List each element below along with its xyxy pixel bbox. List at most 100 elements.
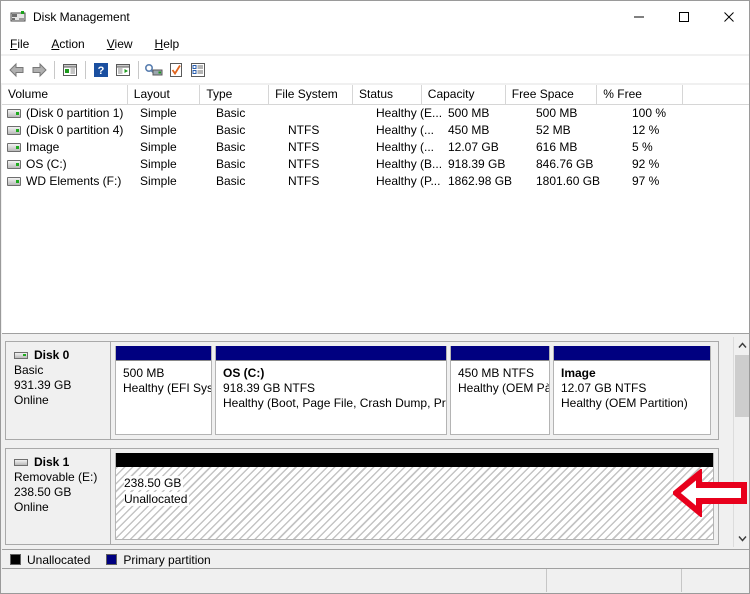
- disk-management-icon: [10, 9, 26, 25]
- show-hide-action-pane-icon[interactable]: [112, 59, 134, 81]
- column-header-status[interactable]: Status: [353, 85, 422, 105]
- cell-free_space: 52 MB: [536, 123, 571, 137]
- partition-text: OS (C:) 918.39 GB NTFS Healthy (Boot, Page…: [216, 361, 446, 411]
- volume-list: Volume Layout Type File System Status Capacit…: [2, 85, 749, 334]
- table-row[interactable]: (Disk 0 partition 4) Simple Basic NTFS Healt…: [2, 122, 749, 139]
- maximize-button[interactable]: [661, 1, 706, 32]
- unallocated-partition-block[interactable]: 238.50 GB Unallocated: [115, 453, 714, 540]
- partition-text: 500 MB Healthy (EFI Syst: [116, 361, 211, 396]
- cell-volume: (Disk 0 partition 1): [2, 105, 134, 122]
- help-icon[interactable]: ?: [90, 59, 112, 81]
- volume-list-header: Volume Layout Type File System Status Capacit…: [2, 85, 749, 105]
- partition-block-0[interactable]: 500 MB Healthy (EFI Syst: [115, 346, 212, 435]
- disk-row-disk-0[interactable]: Disk 0 Basic 931.39 GB Online 500 MB Heal…: [5, 341, 719, 440]
- cell-free_space: 1801.60 GB: [536, 174, 601, 188]
- cell-text: (Disk 0 partition 1): [26, 106, 124, 120]
- disk-icon: [14, 458, 28, 466]
- window-controls: [616, 1, 749, 32]
- column-header-capacity[interactable]: Capacity: [422, 85, 506, 105]
- menu-item-view[interactable]: View: [107, 35, 143, 53]
- column-header-blank[interactable]: [683, 85, 749, 105]
- cell-capacity: 12.07 GB: [448, 140, 499, 154]
- back-icon[interactable]: [6, 59, 28, 81]
- cell-layout: Simple: [140, 174, 177, 188]
- status-segment-3: [682, 569, 749, 592]
- disk-1-state: Online: [14, 500, 49, 514]
- cell-capacity: 918.39 GB: [448, 157, 506, 171]
- partition-color-bar: [116, 346, 211, 361]
- column-header-file-system[interactable]: File System: [269, 85, 354, 105]
- menu-item-action[interactable]: Action: [51, 35, 94, 53]
- cell-file_system: [282, 105, 370, 122]
- disk-management-window: Disk Management FFileile Action View Hel…: [0, 0, 750, 594]
- properties-icon[interactable]: [165, 59, 187, 81]
- partition-title: OS (C:): [223, 366, 265, 380]
- disk-1-size: 238.50 GB: [14, 485, 72, 499]
- disk-row-disk-1[interactable]: Disk 1 Removable (E:) 238.50 GB Online 2…: [5, 448, 719, 545]
- cell-pct_free: 12 %: [632, 123, 660, 137]
- cell-file_system: NTFS: [288, 140, 320, 154]
- partition-status: Healthy (OEM Partition): [561, 396, 688, 410]
- table-row[interactable]: WD Elements (F:) Simple Basic NTFS Healthy (…: [2, 173, 749, 190]
- volume-list-body: (Disk 0 partition 1) Simple Basic Healthy (…: [2, 105, 749, 190]
- unallocated-text: 238.50 GB Unallocated: [116, 467, 713, 507]
- cell-capacity: 450 MB: [448, 123, 490, 137]
- rescan-disks-icon[interactable]: [143, 59, 165, 81]
- column-header--free[interactable]: % Free: [597, 85, 684, 105]
- scrollbar-thumb[interactable]: [735, 355, 749, 417]
- volume-icon: [7, 160, 21, 169]
- toolbar-separator-1: [54, 60, 55, 79]
- cell-status: Healthy (...: [376, 123, 435, 137]
- menu-bar: FFileile Action View Help: [1, 34, 749, 54]
- column-header-layout[interactable]: Layout: [128, 85, 201, 105]
- partition-text: 450 MB NTFS Healthy (OEM Pà: [451, 361, 549, 396]
- partition-status: Healthy (Boot, Page File, Crash Dump, Pr: [223, 396, 446, 410]
- cell-free_space: 500 MB: [536, 106, 578, 120]
- list-view-icon[interactable]: [187, 59, 209, 81]
- disk-1-kind: Removable (E:): [14, 470, 98, 484]
- table-row[interactable]: (Disk 0 partition 1) Simple Basic Healthy (…: [2, 105, 749, 122]
- column-header-volume[interactable]: Volume: [2, 85, 128, 105]
- forward-icon[interactable]: [28, 59, 50, 81]
- unallocated-size: 238.50 GB: [124, 476, 184, 490]
- partition-block-3[interactable]: Image 12.07 GB NTFS Healthy (OEM Partition…: [553, 346, 711, 435]
- scroll-up-icon[interactable]: [734, 337, 749, 354]
- toolbar: ?: [1, 56, 749, 83]
- disk-1-name-row: Disk 1: [14, 455, 110, 469]
- disk-0-kind: Basic: [14, 363, 44, 377]
- partition-block-1[interactable]: OS (C:) 918.39 GB NTFS Healthy (Boot, Page…: [215, 346, 447, 435]
- table-row[interactable]: Image Simple Basic NTFS Healthy (... 12.07 GB…: [2, 139, 749, 156]
- minimize-button[interactable]: [616, 1, 661, 32]
- cell-status: Healthy (P...: [376, 174, 441, 188]
- legend: Unallocated Primary partition: [2, 549, 749, 569]
- show-hide-console-tree-icon[interactable]: [59, 59, 81, 81]
- menu-item-help[interactable]: Help: [155, 35, 190, 53]
- cell-file_system: NTFS: [288, 157, 320, 171]
- scroll-down-icon[interactable]: [734, 530, 749, 547]
- cell-type: Basic: [216, 106, 246, 120]
- column-header-type[interactable]: Type: [200, 85, 270, 105]
- status-segment-2: [547, 569, 682, 592]
- table-row[interactable]: OS (C:) Simple Basic NTFS Healthy (B... 918.3…: [2, 156, 749, 173]
- cell-text: WD Elements (F:): [26, 174, 122, 188]
- close-button[interactable]: [706, 1, 749, 32]
- partition-block-2[interactable]: 450 MB NTFS Healthy (OEM Pà: [450, 346, 550, 435]
- cell-file_system: NTFS: [288, 123, 320, 137]
- partition-text: Image 12.07 GB NTFS Healthy (OEM Partition…: [554, 361, 710, 411]
- window-title: Disk Management: [33, 10, 130, 24]
- disk-0-info: Disk 0 Basic 931.39 GB Online: [6, 342, 111, 439]
- cell-text: Image: [26, 140, 60, 154]
- disk-1-name: Disk 1: [34, 455, 70, 469]
- cell-layout: Simple: [140, 140, 177, 154]
- legend-label-unallocated: Unallocated: [27, 552, 91, 567]
- volume-icon: [7, 143, 21, 152]
- volume-icon: [7, 109, 21, 118]
- menu-item-file[interactable]: FFileile: [10, 35, 39, 53]
- graphical-view-scrollbar[interactable]: [733, 337, 749, 547]
- cell-status: Healthy (...: [376, 140, 435, 154]
- column-header-free-space[interactable]: Free Space: [506, 85, 598, 105]
- cell-volume: (Disk 0 partition 4): [2, 122, 134, 139]
- legend-label-primary-partition: Primary partition: [123, 552, 211, 567]
- unallocated-label: Unallocated: [124, 492, 190, 506]
- disk-0-state: Online: [14, 393, 49, 407]
